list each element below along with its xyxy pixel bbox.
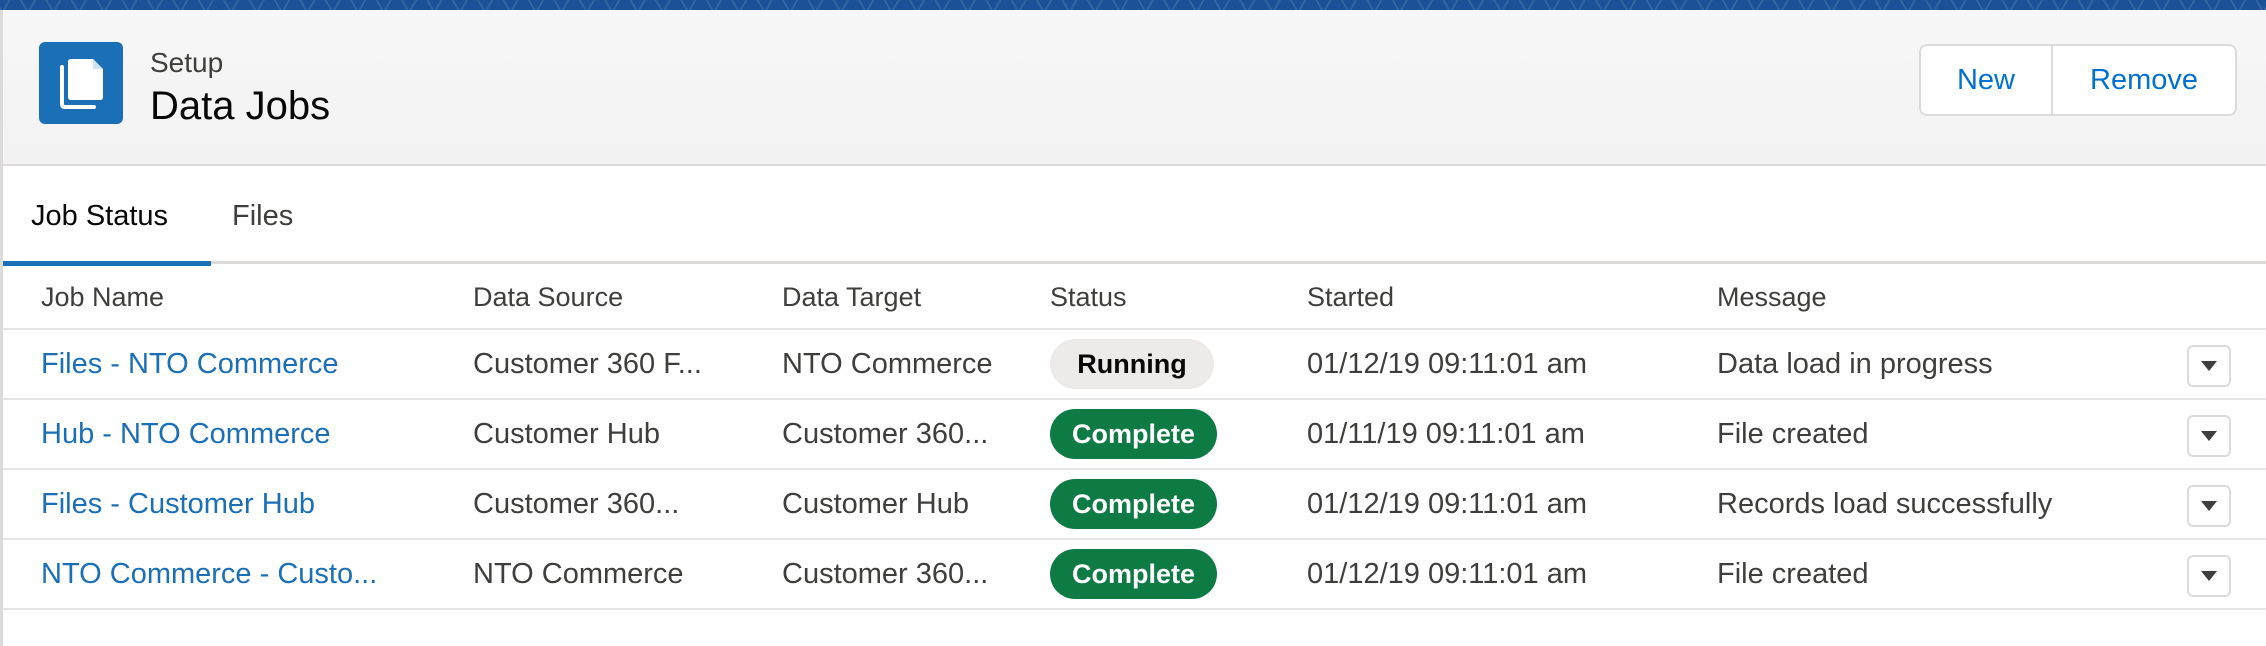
status-badge: Complete xyxy=(1050,479,1218,529)
row-actions-button[interactable] xyxy=(2187,485,2231,527)
chevron-down-icon xyxy=(2201,431,2217,441)
row-actions-button[interactable] xyxy=(2187,415,2231,457)
tab-job-status[interactable]: Job Status xyxy=(31,168,168,264)
table-row: Files - Customer Hub Customer 360... Cus… xyxy=(3,470,2266,540)
data-source-cell: Customer 360 F... xyxy=(473,347,702,380)
page-header: Setup Data Jobs New Remove xyxy=(3,10,2266,166)
column-header-message[interactable]: Message xyxy=(1717,264,1827,330)
page-eyebrow: Setup xyxy=(150,47,224,78)
started-cell: 01/12/19 09:11:01 am xyxy=(1307,347,1588,380)
data-source-cell: NTO Commerce xyxy=(473,557,684,590)
message-cell: File created xyxy=(1717,417,1869,450)
started-cell: 01/12/19 09:11:01 am xyxy=(1307,487,1588,520)
status-cell: Running xyxy=(1050,330,1214,398)
data-target-cell: Customer 360... xyxy=(782,417,989,450)
header-button-group: New Remove xyxy=(1919,44,2237,116)
column-header-status[interactable]: Status xyxy=(1050,264,1127,330)
status-badge: Running xyxy=(1050,339,1214,389)
chevron-down-icon xyxy=(2201,571,2217,581)
row-actions-button[interactable] xyxy=(2187,555,2231,597)
status-badge: Complete xyxy=(1050,549,1218,599)
started-cell: 01/12/19 09:11:01 am xyxy=(1307,557,1588,590)
column-header-job-name[interactable]: Job Name xyxy=(41,264,164,330)
message-cell: Records load successfully xyxy=(1717,487,2053,520)
documents-icon xyxy=(39,42,123,124)
chevron-down-icon xyxy=(2201,361,2217,371)
job-name-link[interactable]: Hub - NTO Commerce xyxy=(41,400,331,468)
status-cell: Complete xyxy=(1050,400,1218,468)
chevron-down-icon xyxy=(2201,501,2217,511)
table-header-row: Job Name Data Source Data Target Status … xyxy=(3,264,2266,330)
remove-button[interactable]: Remove xyxy=(2053,46,2235,114)
job-name-link[interactable]: NTO Commerce - Custo... xyxy=(41,540,377,608)
new-button[interactable]: New xyxy=(1921,46,2053,114)
data-target-cell: NTO Commerce xyxy=(782,347,993,380)
data-jobs-table: Job Name Data Source Data Target Status … xyxy=(3,264,2266,610)
column-header-data-target[interactable]: Data Target xyxy=(782,264,921,330)
data-target-cell: Customer Hub xyxy=(782,487,969,520)
status-cell: Complete xyxy=(1050,470,1218,538)
data-source-cell: Customer 360... xyxy=(473,487,680,520)
status-badge: Complete xyxy=(1050,409,1218,459)
table-row: NTO Commerce - Custo... NTO Commerce Cus… xyxy=(3,540,2266,610)
data-source-cell: Customer Hub xyxy=(473,417,660,450)
header-text: Setup Data Jobs xyxy=(150,46,330,130)
job-name-link[interactable]: Files - NTO Commerce xyxy=(41,330,339,398)
message-cell: File created xyxy=(1717,557,1869,590)
data-jobs-card: Setup Data Jobs New Remove Job Status Fi… xyxy=(0,10,2266,646)
app-background-strip xyxy=(0,0,2266,10)
status-cell: Complete xyxy=(1050,540,1218,608)
row-actions-button[interactable] xyxy=(2187,345,2231,387)
column-header-data-source[interactable]: Data Source xyxy=(473,264,623,330)
table-row: Files - NTO Commerce Customer 360 F... N… xyxy=(3,330,2266,400)
started-cell: 01/11/19 09:11:01 am xyxy=(1307,417,1585,450)
page-title: Data Jobs xyxy=(150,84,331,128)
tab-bar: Job Status Files xyxy=(3,168,2266,266)
message-cell: Data load in progress xyxy=(1717,347,1993,380)
column-header-started[interactable]: Started xyxy=(1307,264,1394,330)
tab-files[interactable]: Files xyxy=(232,168,293,264)
job-name-link[interactable]: Files - Customer Hub xyxy=(41,470,315,538)
table-row: Hub - NTO Commerce Customer Hub Customer… xyxy=(3,400,2266,470)
data-target-cell: Customer 360... xyxy=(782,557,989,590)
